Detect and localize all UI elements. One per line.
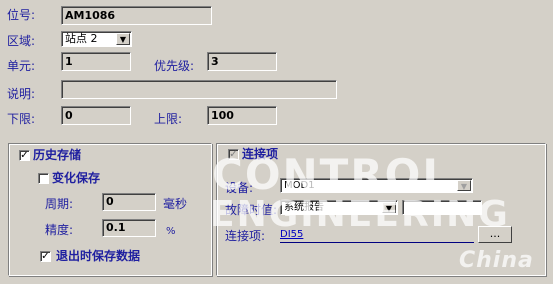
description-input[interactable] <box>61 80 337 99</box>
precision-label: 精度: <box>45 223 74 237</box>
history-title: 历史存储 <box>33 148 82 162</box>
change-save-label: 变化保存 <box>52 171 101 185</box>
high-limit-label: 上限: <box>154 112 183 126</box>
description-label: 说明: <box>7 87 36 101</box>
area-select[interactable]: 站点 2 ▼ <box>61 31 132 47</box>
tag-label: 位号: <box>7 8 36 22</box>
priority-label: 优先级: <box>154 59 195 73</box>
area-select-value: 站点 2 <box>65 32 98 45</box>
save-on-exit-label: 退出时保存数据 <box>56 249 141 263</box>
chevron-down-icon[interactable]: ▼ <box>457 180 471 191</box>
unit-input[interactable]: 1 <box>61 52 131 71</box>
tag-input[interactable]: AM1086 <box>61 6 212 25</box>
watermark-line1: CONTROL <box>212 150 452 199</box>
high-limit-input[interactable]: 100 <box>207 106 277 125</box>
unit-label: 单元: <box>7 59 36 73</box>
history-checkbox[interactable]: ✓ <box>19 150 30 161</box>
period-label: 周期: <box>45 197 74 211</box>
watermark-line3: China <box>459 248 534 273</box>
chevron-down-icon[interactable]: ▼ <box>116 33 130 45</box>
period-input[interactable]: 0 <box>102 193 156 211</box>
watermark-line2: ENGINEERING <box>210 194 510 235</box>
precision-input[interactable]: 0.1 <box>102 219 156 237</box>
save-on-exit-checkbox[interactable]: ✓ <box>40 251 51 262</box>
precision-unit: % <box>166 226 176 237</box>
period-unit: 毫秒 <box>163 197 188 211</box>
priority-input[interactable]: 3 <box>207 52 277 71</box>
low-limit-label: 下限: <box>7 112 36 126</box>
change-save-checkbox[interactable] <box>38 173 49 184</box>
area-label: 区域: <box>7 34 36 48</box>
low-limit-input[interactable]: 0 <box>61 106 131 125</box>
